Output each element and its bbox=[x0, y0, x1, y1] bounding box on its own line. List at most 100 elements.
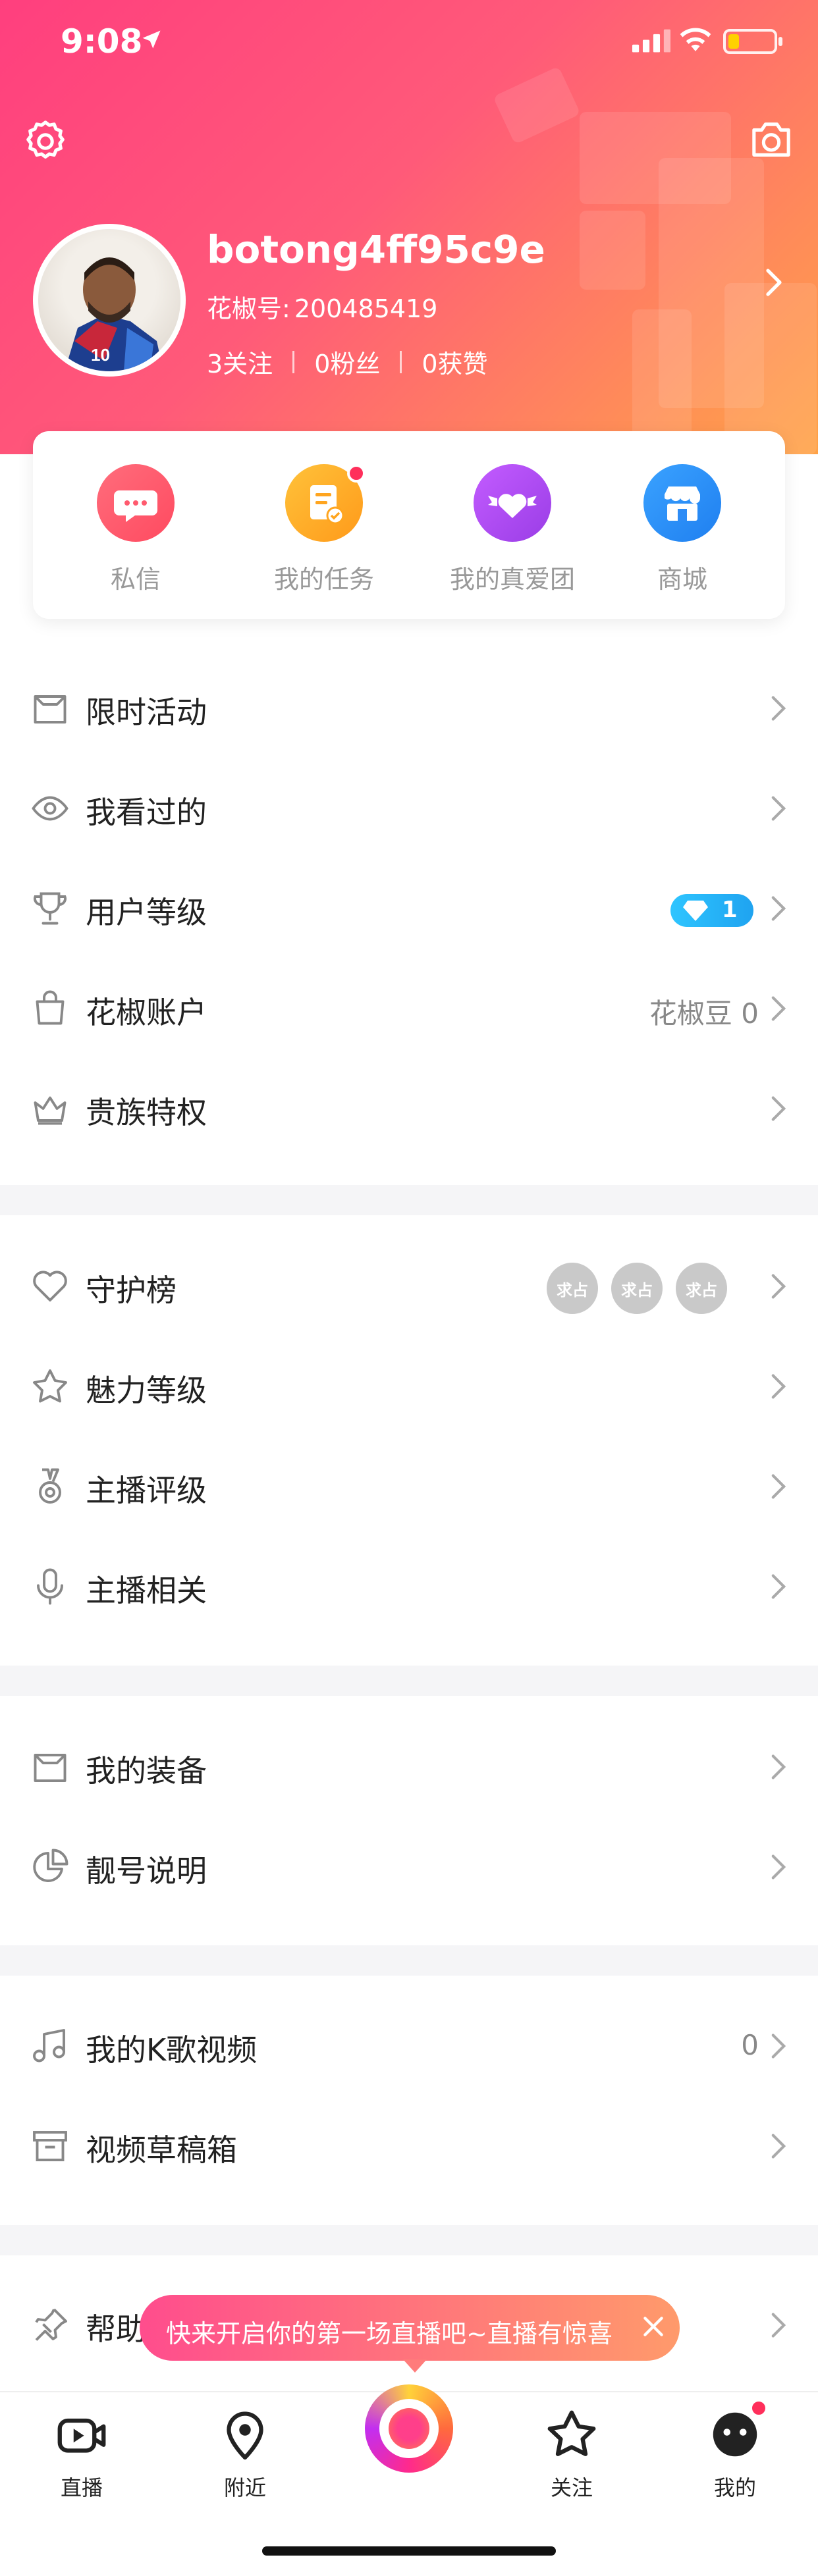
profile-stats: 3关注 0粉丝 0获赞 bbox=[207, 344, 488, 380]
chevron-right-icon bbox=[771, 2134, 786, 2159]
menu-item-history[interactable]: 我看过的 bbox=[0, 758, 818, 858]
level-badge: 1 bbox=[670, 894, 753, 927]
status-bar: 9:08 bbox=[0, 0, 818, 86]
status-time: 9:08 bbox=[61, 22, 143, 61]
quick-action-fan-club[interactable]: 我的真爱团 bbox=[427, 464, 598, 595]
camera-icon[interactable] bbox=[748, 118, 794, 161]
chevron-right-icon bbox=[771, 896, 786, 921]
eye-icon bbox=[32, 796, 68, 821]
settings-gear-icon[interactable] bbox=[22, 118, 68, 165]
quick-action-label: 我的真爱团 bbox=[449, 565, 575, 594]
menu-label: 守护榜 bbox=[86, 1273, 177, 1308]
home-indicator[interactable] bbox=[262, 2546, 556, 2556]
quick-action-tasks[interactable]: 我的任务 bbox=[238, 464, 410, 595]
section-divider bbox=[0, 1945, 818, 1976]
battery-icon bbox=[723, 29, 782, 54]
guard-slot: 求占 bbox=[673, 1260, 730, 1317]
likes-count[interactable]: 0获赞 bbox=[422, 344, 487, 380]
guard-slot: 求占 bbox=[544, 1260, 601, 1317]
menu-label: 我的装备 bbox=[86, 1753, 207, 1789]
menu-item-nobility[interactable]: 贵族特权 bbox=[0, 1059, 818, 1159]
menu-item-drafts[interactable]: 视频草稿箱 bbox=[0, 2096, 818, 2196]
section-divider bbox=[0, 1666, 818, 1696]
menu-label: 花椒账户 bbox=[86, 995, 207, 1030]
video-icon bbox=[57, 2418, 106, 2453]
divider bbox=[292, 350, 295, 373]
menu-item-account[interactable]: 花椒账户 花椒豆 0 bbox=[0, 959, 818, 1059]
quick-action-label: 私信 bbox=[110, 565, 161, 594]
user-id: 花椒号: 200485419 bbox=[207, 288, 437, 325]
medal-icon bbox=[39, 1468, 61, 1504]
avatar[interactable]: 10 bbox=[33, 224, 186, 377]
menu-item-limited-events[interactable]: 限时活动 bbox=[0, 658, 818, 758]
chevron-right-icon bbox=[771, 1374, 786, 1399]
chevron-right-icon bbox=[771, 1274, 786, 1299]
quick-action-label: 我的任务 bbox=[273, 565, 374, 594]
section-divider bbox=[0, 2225, 818, 2255]
tab-mine[interactable]: 我的 bbox=[676, 2407, 794, 2502]
pie-icon bbox=[33, 1849, 68, 1882]
menu-label: 限时活动 bbox=[86, 695, 207, 730]
tab-label: 附近 bbox=[223, 2475, 266, 2500]
quick-action-messages[interactable]: 私信 bbox=[50, 464, 221, 595]
star-icon bbox=[547, 2410, 596, 2456]
quick-action-shop[interactable]: 商城 bbox=[597, 464, 768, 595]
menu-item-charm-level[interactable]: 魅力等级 bbox=[0, 1336, 818, 1436]
avatar-portrait-icon: 10 bbox=[65, 257, 163, 371]
decor-shape bbox=[580, 211, 645, 290]
location-arrow-icon bbox=[142, 30, 161, 49]
user-id-value: 200485419 bbox=[294, 294, 438, 323]
decor-shape bbox=[724, 283, 817, 454]
chevron-right-icon bbox=[771, 1754, 786, 1779]
battery-level bbox=[728, 34, 739, 49]
live-start-core bbox=[389, 2408, 429, 2449]
guard-slot: 求占 bbox=[609, 1260, 665, 1317]
tab-following[interactable]: 关注 bbox=[512, 2407, 631, 2502]
mine-badge-dot bbox=[750, 2399, 768, 2417]
box-icon bbox=[34, 695, 67, 723]
level-value: 1 bbox=[722, 897, 738, 923]
chevron-right-icon bbox=[771, 2313, 786, 2338]
tab-label: 关注 bbox=[550, 2475, 593, 2500]
menu-item-vip-number[interactable]: 靓号说明 bbox=[0, 1817, 818, 1917]
fans-count[interactable]: 0粉丝 bbox=[314, 344, 380, 380]
task-badge-dot bbox=[347, 464, 366, 483]
trophy-icon bbox=[34, 892, 67, 925]
profile-chevron-right-icon[interactable] bbox=[764, 267, 784, 298]
chevron-right-icon bbox=[771, 1474, 786, 1499]
signal-icon bbox=[632, 29, 670, 53]
menu-label: 用户等级 bbox=[86, 895, 207, 930]
bag-icon bbox=[36, 990, 65, 1025]
tab-nearby[interactable]: 附近 bbox=[186, 2407, 304, 2502]
chevron-right-icon bbox=[771, 2034, 786, 2059]
chevron-right-icon bbox=[771, 796, 786, 821]
start-live-button[interactable] bbox=[365, 2384, 453, 2473]
tab-label: 直播 bbox=[60, 2475, 103, 2500]
user-id-label: 花椒号: bbox=[207, 294, 290, 323]
menu-label: 我看过的 bbox=[86, 795, 207, 830]
menu-label: 魅力等级 bbox=[86, 1373, 207, 1408]
following-count[interactable]: 3关注 bbox=[207, 344, 273, 380]
menu-item-anchor-rating[interactable]: 主播评级 bbox=[0, 1436, 818, 1537]
music-icon bbox=[33, 2029, 65, 2063]
close-icon[interactable] bbox=[641, 2315, 665, 2338]
wifi-icon bbox=[680, 28, 711, 51]
menu-item-anchor-related[interactable]: 主播相关 bbox=[0, 1537, 818, 1637]
username: botong4ff95c9e bbox=[207, 227, 545, 272]
live-promo-tooltip[interactable]: 快来开启你的第一场直播吧~直播有惊喜 bbox=[140, 2295, 680, 2373]
menu-item-guard-list[interactable]: 守护榜 求占 求占 求占 bbox=[0, 1236, 818, 1336]
quick-action-label: 商城 bbox=[657, 565, 707, 594]
tab-live[interactable]: 直播 bbox=[22, 2407, 141, 2502]
box-icon bbox=[34, 1754, 67, 1782]
menu-item-karaoke-videos[interactable]: 我的K歌视频 0 bbox=[0, 1996, 818, 2096]
divider bbox=[400, 350, 402, 373]
menu-label: 靓号说明 bbox=[86, 1853, 207, 1889]
heart-wings-icon bbox=[474, 464, 551, 542]
quick-actions-card: 私信 我的任务 我的真爱团 商城 bbox=[33, 431, 785, 619]
menu-label: 主播相关 bbox=[86, 1573, 207, 1608]
mic-icon bbox=[37, 1568, 63, 1605]
chevron-right-icon bbox=[771, 996, 786, 1021]
menu-item-equipment[interactable]: 我的装备 bbox=[0, 1717, 818, 1817]
guard-avatars: 求占 求占 求占 bbox=[544, 1260, 742, 1317]
menu-item-user-level[interactable]: 用户等级 1 bbox=[0, 858, 818, 959]
